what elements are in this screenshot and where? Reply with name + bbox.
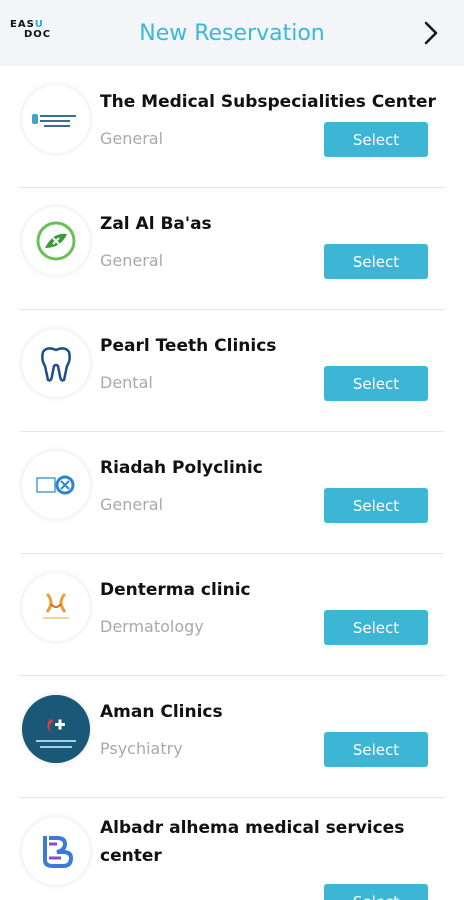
- list-item[interactable]: Albadr alhema medical services center Se…: [20, 798, 444, 900]
- clinic-category: General: [100, 251, 164, 270]
- select-button[interactable]: Select: [324, 732, 428, 767]
- clinic-category: General: [100, 495, 164, 514]
- app-header: EASU DOC New Reservation: [0, 0, 464, 66]
- clinic-logo: [22, 451, 90, 519]
- clinic-logo: [22, 573, 90, 641]
- select-button[interactable]: Select: [324, 122, 428, 157]
- clinic-category: Dermatology: [100, 617, 204, 636]
- clinic-name: Denterma clinic: [100, 580, 251, 600]
- clinic-logo: [22, 695, 90, 763]
- list-item[interactable]: Aman Clinics Psychiatry Select: [20, 676, 444, 798]
- chevron-right-icon[interactable]: [420, 19, 442, 47]
- clinic-logo: [22, 207, 90, 275]
- select-button[interactable]: Select: [324, 366, 428, 401]
- clinic-name: Pearl Teeth Clinics: [100, 336, 277, 356]
- clinic-name: Albadr alhema medical services center: [100, 818, 405, 866]
- clinic-name: Zal Al Ba'as: [100, 214, 212, 234]
- list-item[interactable]: Denterma clinic Dermatology Select: [20, 554, 444, 676]
- clinic-logo: [22, 329, 90, 397]
- select-button[interactable]: Select: [324, 488, 428, 523]
- list-item[interactable]: Zal Al Ba'as General Select: [20, 188, 444, 310]
- list-item[interactable]: Pearl Teeth Clinics Dental Select: [20, 310, 444, 432]
- easydoc-logo: EASU DOC: [10, 19, 52, 40]
- select-button[interactable]: Select: [324, 884, 428, 900]
- clinic-category: Psychiatry: [100, 739, 183, 758]
- clinic-category: Dental: [100, 373, 153, 392]
- clinic-logo: [22, 817, 90, 885]
- clinic-name: Riadah Polyclinic: [100, 458, 263, 478]
- list-item[interactable]: Riadah Polyclinic General Select: [20, 432, 444, 554]
- list-item[interactable]: The Medical Subspecialities Center Gener…: [20, 66, 444, 188]
- clinic-name: Aman Clinics: [100, 702, 223, 722]
- clinic-logo: [22, 85, 90, 153]
- clinic-category: General: [100, 129, 164, 148]
- select-button[interactable]: Select: [324, 244, 428, 279]
- clinic-name: The Medical Subspecialities Center: [100, 92, 436, 112]
- select-button[interactable]: Select: [324, 610, 428, 645]
- page-title: New Reservation: [139, 20, 325, 46]
- clinic-list: The Medical Subspecialities Center Gener…: [0, 66, 464, 900]
